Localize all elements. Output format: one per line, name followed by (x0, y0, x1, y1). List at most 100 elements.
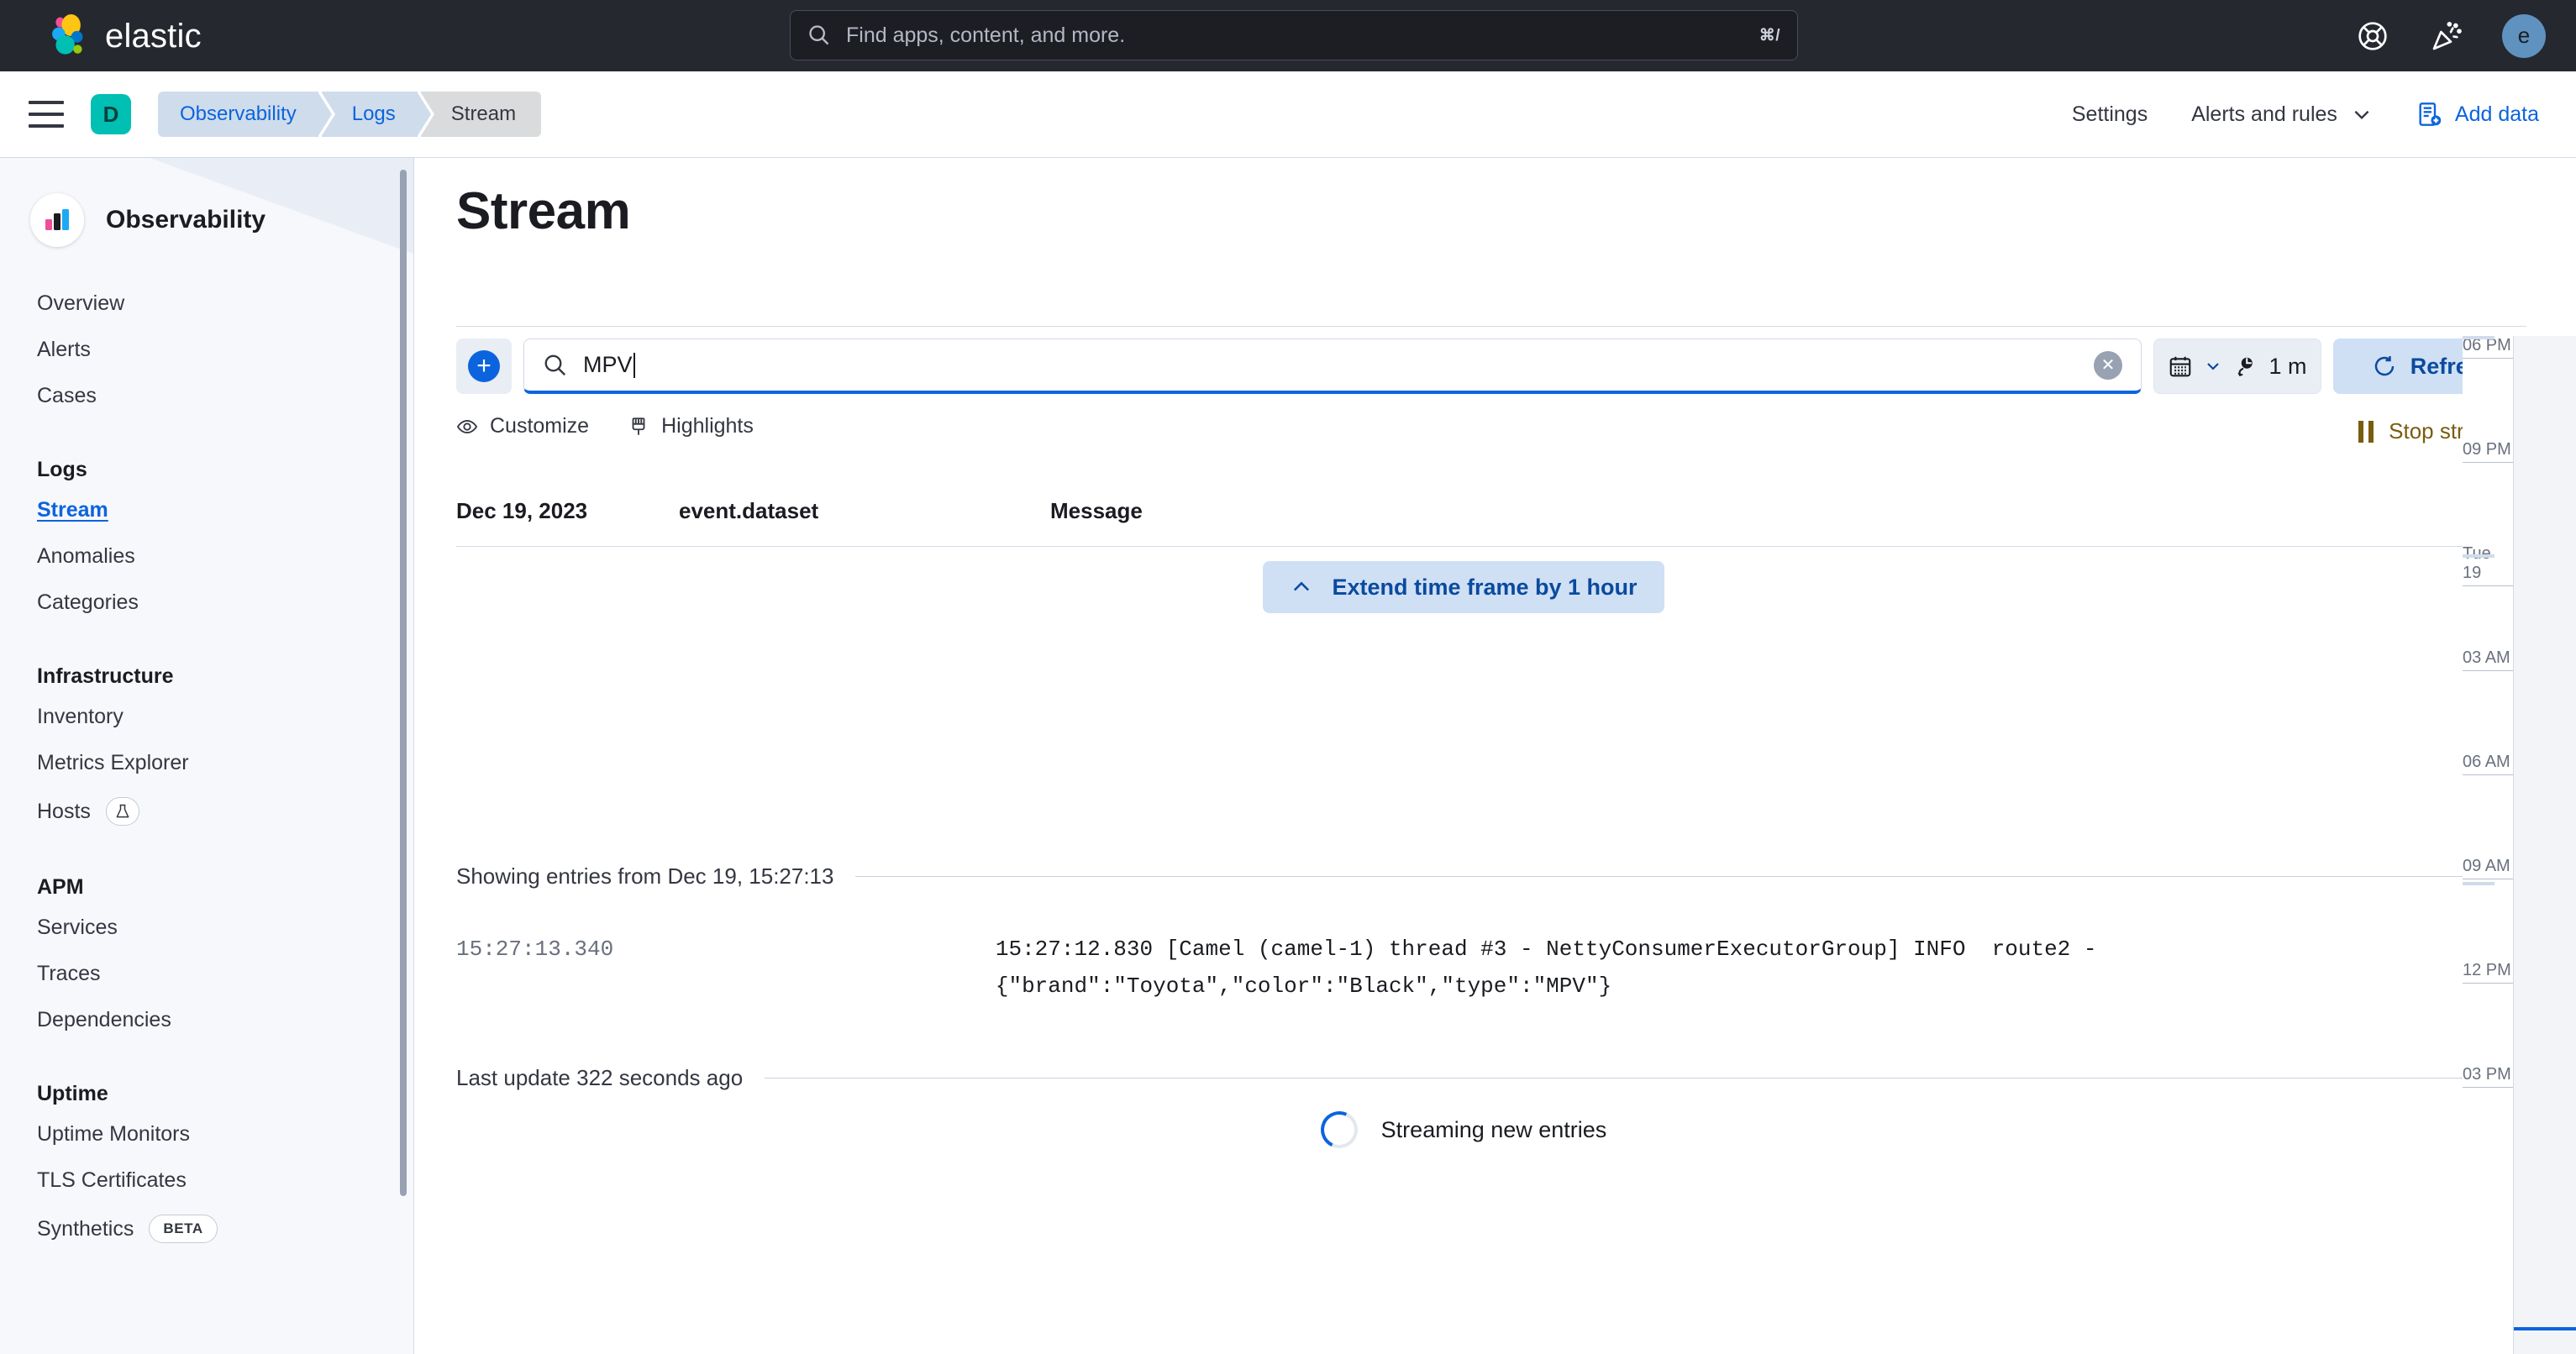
global-search-input[interactable]: Find apps, content, and more. ⌘/ (790, 10, 1798, 60)
sidebar-item-label: Categories (37, 590, 139, 614)
extend-time-frame-button[interactable]: Extend time frame by 1 hour (1263, 561, 1664, 613)
sidebar-item-label: Cases (37, 384, 97, 407)
sidebar-item-categories[interactable]: Categories (0, 580, 413, 626)
sidebar-item-label: Dependencies (37, 1008, 171, 1031)
sidebar-item-traces[interactable]: Traces (0, 951, 413, 997)
breadcrumb: Observability Logs Stream (158, 92, 544, 137)
sidebar-solution-title: Observability (106, 206, 266, 234)
minimap-band (2514, 336, 2576, 1354)
elastic-logo[interactable]: elastic (47, 13, 202, 58)
sidebar-item-cases[interactable]: Cases (0, 373, 413, 419)
sidebar-item-label: Alerts (37, 338, 91, 361)
sidebar-group-infrastructure: Infrastructure (37, 664, 174, 688)
beaker-icon (105, 797, 139, 826)
chevron-down-icon (2207, 363, 2220, 370)
minimap-tick: 09 AM (2463, 857, 2513, 879)
column-header-message[interactable]: Message (1050, 498, 2471, 524)
search-input-value: MPV (583, 352, 635, 378)
sidebar-group-apm: APM (37, 875, 84, 899)
extend-time-frame-wrapper: Extend time frame by 1 hour (456, 561, 2471, 613)
minimap-tick: 12 PM (2463, 961, 2513, 984)
sidebar-item-label: TLS Certificates (37, 1168, 187, 1192)
help-icon[interactable] (2354, 18, 2391, 55)
menu-icon[interactable] (29, 101, 64, 128)
clear-search-button[interactable]: ✕ (2094, 350, 2122, 380)
column-header-time[interactable]: Dec 19, 2023 (456, 498, 609, 524)
elastic-logo-icon (52, 13, 83, 55)
sidebar-item-label: Inventory (37, 705, 124, 728)
sidebar-item-stream[interactable]: Stream (0, 487, 413, 533)
minimap-current-position (2514, 1327, 2576, 1330)
minimap-tick: 06 AM (2463, 753, 2513, 775)
column-header-event-dataset[interactable]: event.dataset (679, 498, 1050, 524)
global-chrome-bar: elastic Find apps, content, and more. ⌘/ (0, 0, 2576, 71)
minimap-highlight-mark (2463, 882, 2495, 885)
sidebar-item-label: Synthetics (37, 1216, 134, 1241)
news-icon[interactable] (2428, 18, 2465, 55)
sidebar-nav: Overview Alerts Cases Logs Stream Anomal… (0, 281, 413, 1254)
log-entry-row[interactable]: 15:27:13.340 15:27:12.830 [Camel (camel-… (456, 931, 2471, 1005)
header-actions: Settings Alerts and rules Add data (2072, 101, 2539, 128)
search-input[interactable]: MPV ✕ (523, 338, 2142, 394)
sidebar-item-metrics-explorer[interactable]: Metrics Explorer (0, 740, 413, 786)
sidebar-item-label: Metrics Explorer (37, 751, 189, 774)
stream-toolbar: Customize Highlights (456, 414, 754, 438)
breadcrumb-label: Stream (450, 102, 517, 125)
settings-button[interactable]: Settings (2072, 102, 2148, 127)
alerts-and-rules-button[interactable]: Alerts and rules (2191, 102, 2373, 127)
sidebar-item-label: Anomalies (37, 544, 135, 568)
refresh-interval-label: 1 m (2268, 353, 2307, 379)
breadcrumb-item-logs[interactable]: Logs (320, 92, 431, 137)
calendar-icon (2170, 356, 2191, 377)
minimap-tick: 09 PM (2463, 440, 2513, 463)
main-content: Stream + MPV ✕ 1 m Refresh Customize Hig… (414, 158, 2576, 1354)
search-icon (809, 25, 829, 45)
customize-button[interactable]: Customize (456, 414, 589, 438)
streaming-label: Streaming new entries (1380, 1116, 1607, 1142)
plus-icon: + (468, 350, 500, 382)
application-header: D Observability Logs Stream Settings Ale… (0, 71, 2576, 158)
pause-icon (2358, 420, 2374, 443)
add-data-icon (2419, 102, 2442, 126)
customize-label: Customize (490, 414, 590, 438)
sidebar-item-uptime-monitors[interactable]: Uptime Monitors (0, 1111, 413, 1157)
beta-badge: BETA (149, 1215, 218, 1243)
minimap-tick-label: 03 AM (2463, 648, 2510, 667)
breadcrumb-item-observability[interactable]: Observability (158, 92, 332, 137)
sidebar-scrollbar[interactable] (400, 170, 407, 1196)
sidebar-item-dependencies[interactable]: Dependencies (0, 997, 413, 1043)
minimap-tick-label: 06 AM (2463, 753, 2510, 771)
date-picker[interactable]: 1 m (2153, 338, 2321, 394)
user-avatar[interactable]: e (2502, 13, 2546, 58)
log-entry-timestamp: 15:27:13.340 (456, 937, 614, 962)
add-filter-button[interactable]: + (456, 338, 512, 394)
last-update-label: Last update 322 seconds ago (456, 1065, 744, 1090)
breadcrumb-label: Observability (180, 102, 297, 125)
sidebar-item-hosts[interactable]: Hosts (0, 786, 413, 837)
minimap-tick-label: 03 PM (2463, 1065, 2511, 1084)
add-data-button[interactable]: Add data (2416, 101, 2539, 128)
sidebar-item-label: Stream (37, 498, 108, 522)
sidebar-item-label: Hosts (37, 799, 91, 823)
query-bar: + MPV ✕ 1 m Refresh (456, 338, 2533, 394)
sidebar-item-services[interactable]: Services (0, 905, 413, 951)
highlights-button[interactable]: Highlights (628, 414, 754, 438)
loading-spinner-icon (1315, 1105, 1363, 1154)
sidebar-item-anomalies[interactable]: Anomalies (0, 533, 413, 580)
divider-rule (855, 876, 2471, 877)
minimap-tick: 06 PM (2463, 336, 2513, 359)
space-avatar[interactable]: D (91, 94, 131, 134)
breadcrumb-item-stream[interactable]: Stream (419, 92, 542, 137)
minimap-tick-label: 09 PM (2463, 440, 2511, 459)
sidebar-item-synthetics[interactable]: Synthetics BETA (0, 1204, 413, 1254)
sidebar-item-overview[interactable]: Overview (0, 281, 413, 327)
sidebar-item-tls-certificates[interactable]: TLS Certificates (0, 1157, 413, 1204)
showing-entries-label: Showing entries from Dec 19, 15:27:13 (456, 863, 834, 889)
page-title: Stream (456, 182, 631, 240)
log-minimap[interactable]: 06 PM 09 PM Tue 19 03 AM 06 AM 09 AM 12 PM 03 P… (2463, 336, 2576, 1354)
settings-label: Settings (2071, 102, 2148, 126)
streaming-indicator: Streaming new entries (456, 1105, 2471, 1154)
sidebar-item-inventory[interactable]: Inventory (0, 694, 413, 740)
sidebar-item-label: Services (37, 916, 118, 939)
sidebar-item-alerts[interactable]: Alerts (0, 327, 413, 373)
